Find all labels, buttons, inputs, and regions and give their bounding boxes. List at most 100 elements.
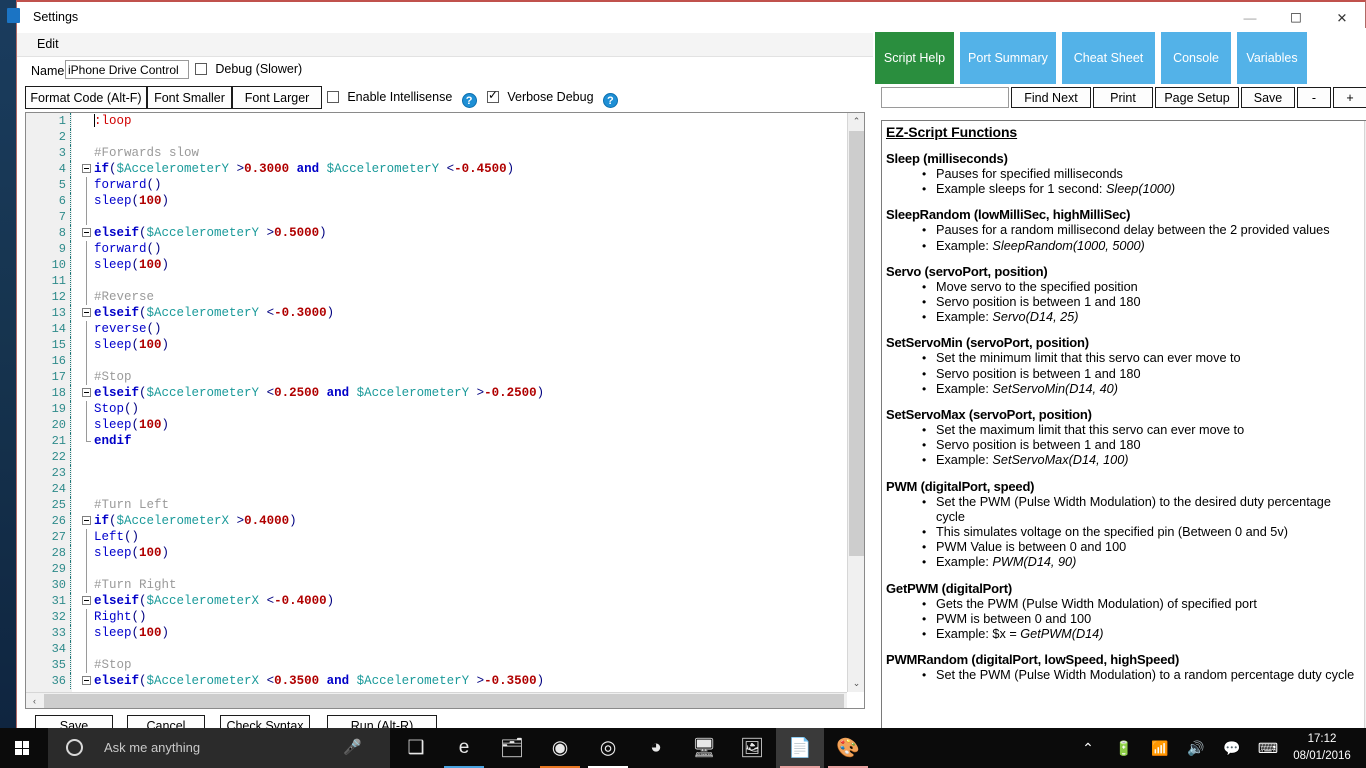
- code-fold-toggle-icon[interactable]: [82, 516, 91, 525]
- clock[interactable]: 17:12 08/01/2016: [1286, 731, 1358, 765]
- code-line[interactable]: 16: [26, 353, 847, 369]
- code-line[interactable]: 14 reverse(): [26, 321, 847, 337]
- action-center-icon[interactable]: 💬: [1218, 728, 1246, 768]
- show-desktop-button[interactable]: [1360, 728, 1366, 768]
- find-next-button[interactable]: Find Next: [1011, 87, 1091, 108]
- tab-cheat-sheet[interactable]: Cheat Sheet: [1062, 32, 1155, 84]
- print-button[interactable]: Print: [1093, 87, 1153, 108]
- code-line[interactable]: 29: [26, 561, 847, 577]
- code-fold-toggle-icon[interactable]: [82, 596, 91, 605]
- code-line[interactable]: 9 forward(): [26, 241, 847, 257]
- keyboard-icon[interactable]: ⌨: [1254, 728, 1282, 768]
- ez-builder-icon-glyph: ◎: [599, 737, 617, 759]
- menu-item-edit[interactable]: Edit: [37, 37, 59, 51]
- debug-checkbox[interactable]: Debug (Slower): [195, 62, 302, 76]
- help-document[interactable]: EZ-Script Functions Sleep (milliseconds)…: [881, 120, 1366, 733]
- code-line[interactable]: 28 sleep(100): [26, 545, 847, 561]
- code-line[interactable]: 3 #Forwards slow: [26, 145, 847, 161]
- firefox-icon[interactable]: ◉: [536, 728, 584, 768]
- code-fold-toggle-icon[interactable]: [82, 308, 91, 317]
- cortana-search-box[interactable]: Ask me anything 🎤: [48, 728, 390, 768]
- editor-vscroll-thumb[interactable]: [849, 131, 864, 556]
- font-smaller-button[interactable]: Font Smaller: [147, 86, 232, 109]
- tab-port-summary[interactable]: Port Summary: [960, 32, 1056, 84]
- format-code-button[interactable]: Format Code (Alt-F): [25, 86, 147, 109]
- start-button[interactable]: [0, 728, 48, 768]
- volume-icon[interactable]: 🔊: [1182, 728, 1210, 768]
- line-number-separator: [70, 161, 71, 177]
- code-fold-toggle-icon[interactable]: [82, 228, 91, 237]
- code-line[interactable]: 7: [26, 209, 847, 225]
- code-line[interactable]: 30 #Turn Right: [26, 577, 847, 593]
- editor-horizontal-scrollbar[interactable]: ‹: [26, 692, 847, 708]
- code-line[interactable]: 22: [26, 449, 847, 465]
- code-line[interactable]: 33 sleep(100): [26, 625, 847, 641]
- editor-vertical-scrollbar[interactable]: ⌃ ⌄: [847, 113, 864, 692]
- code-fold-toggle-icon[interactable]: [82, 164, 91, 173]
- code-line[interactable]: 1:loop: [26, 113, 847, 129]
- document-icon[interactable]: 📄: [776, 728, 824, 768]
- code-line[interactable]: 2: [26, 129, 847, 145]
- editor-hscroll-thumb[interactable]: [44, 694, 844, 708]
- code-line[interactable]: 6 sleep(100): [26, 193, 847, 209]
- line-number-separator: [70, 433, 71, 449]
- microphone-icon[interactable]: 🎤: [343, 738, 362, 756]
- tab-script-help[interactable]: Script Help: [875, 32, 954, 84]
- code-line[interactable]: 31 elseif($AccelerometerX <-0.4000): [26, 593, 847, 609]
- code-line[interactable]: 32 Right(): [26, 609, 847, 625]
- page-setup-button[interactable]: Page Setup: [1155, 87, 1239, 108]
- tab-variables[interactable]: Variables: [1237, 32, 1307, 84]
- code-line[interactable]: 15 sleep(100): [26, 337, 847, 353]
- tray-chevron-icon[interactable]: ⌃: [1074, 728, 1102, 768]
- code-line[interactable]: 24: [26, 481, 847, 497]
- code-line[interactable]: 18 elseif($AccelerometerY <0.2500 and $Ac…: [26, 385, 847, 401]
- verbose-help-icon[interactable]: ?: [602, 93, 618, 108]
- code-line[interactable]: 11: [26, 273, 847, 289]
- help-save-button[interactable]: Save: [1241, 87, 1295, 108]
- code-line[interactable]: 23: [26, 465, 847, 481]
- paint-icon[interactable]: 🎨: [824, 728, 872, 768]
- code-line[interactable]: 4 if($AccelerometerY >0.3000 and $Acceler…: [26, 161, 847, 177]
- ez-builder-icon[interactable]: ◎: [584, 728, 632, 768]
- code-line[interactable]: 25 #Turn Left: [26, 497, 847, 513]
- photos-icon[interactable]: 🖼: [728, 728, 776, 768]
- wifi-icon[interactable]: 📶: [1146, 728, 1174, 768]
- code-fold-toggle-icon[interactable]: [82, 676, 91, 685]
- code-line[interactable]: 34: [26, 641, 847, 657]
- enable-intellisense-checkbox[interactable]: Enable Intellisense ?: [327, 90, 477, 108]
- find-input[interactable]: [881, 87, 1009, 108]
- code-text-area[interactable]: 1:loop 2 3 #Forwards slow 4 if($Accelerometer…: [26, 113, 847, 692]
- intellisense-help-icon[interactable]: ?: [461, 93, 477, 108]
- font-larger-button[interactable]: Font Larger: [232, 86, 322, 109]
- line-number: 5: [58, 178, 66, 192]
- code-line[interactable]: 27 Left(): [26, 529, 847, 545]
- scroll-up-icon[interactable]: ⌃: [848, 113, 864, 130]
- scroll-left-icon[interactable]: ‹: [26, 693, 43, 708]
- battery-icon[interactable]: 🔋: [1110, 728, 1138, 768]
- code-line[interactable]: 13 elseif($AccelerometerY <-0.3000): [26, 305, 847, 321]
- task-view-icon[interactable]: ❑: [392, 728, 440, 768]
- code-line[interactable]: 5 forward(): [26, 177, 847, 193]
- code-line[interactable]: 17 #Stop: [26, 369, 847, 385]
- verbose-debug-checkbox[interactable]: Verbose Debug ?: [487, 88, 618, 108]
- file-explorer-icon[interactable]: 🗂: [488, 728, 536, 768]
- code-line[interactable]: 35 #Stop: [26, 657, 847, 673]
- remote-desktop-icon[interactable]: 🖥: [680, 728, 728, 768]
- zoom-in-button[interactable]: +: [1333, 87, 1366, 108]
- scroll-down-icon[interactable]: ⌄: [848, 675, 864, 692]
- code-line[interactable]: 12 #Reverse: [26, 289, 847, 305]
- code-line[interactable]: 21 endif: [26, 433, 847, 449]
- tab-console[interactable]: Console: [1161, 32, 1231, 84]
- code-editor[interactable]: 1:loop 2 3 #Forwards slow 4 if($Accelerometer…: [25, 112, 865, 709]
- code-line[interactable]: 20 sleep(100): [26, 417, 847, 433]
- media-player-icon[interactable]: ◕: [632, 728, 680, 768]
- code-line[interactable]: 10 sleep(100): [26, 257, 847, 273]
- script-name-input[interactable]: [65, 60, 189, 79]
- code-fold-toggle-icon[interactable]: [82, 388, 91, 397]
- zoom-out-button[interactable]: -: [1297, 87, 1331, 108]
- code-line[interactable]: 26 if($AccelerometerX >0.4000): [26, 513, 847, 529]
- code-line[interactable]: 19 Stop(): [26, 401, 847, 417]
- edge-browser-icon[interactable]: e: [440, 728, 488, 768]
- code-line[interactable]: 8 elseif($AccelerometerY >0.5000): [26, 225, 847, 241]
- code-line[interactable]: 36 elseif($AccelerometerX <0.3500 and $Ac…: [26, 673, 847, 689]
